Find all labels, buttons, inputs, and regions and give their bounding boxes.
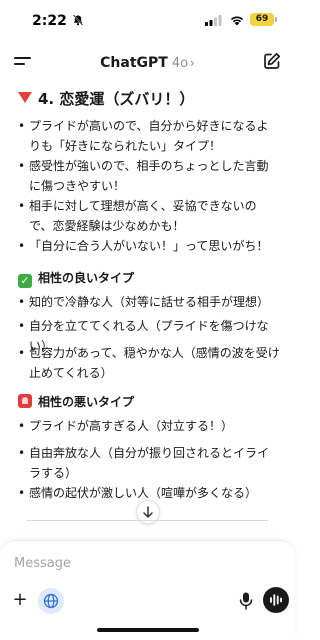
message-input[interactable] <box>14 553 274 573</box>
red-triangle-icon <box>18 92 32 103</box>
compose-icon[interactable] <box>263 52 281 70</box>
list-item: • 感受性が強いので、相手のちょっとした言動に傷つきやすい！ <box>18 159 269 193</box>
app-title: ChatGPT <box>100 55 168 71</box>
bell-muted-icon <box>72 14 84 26</box>
chat-content[interactable]: 4. 恋愛運（ズバリ！） • プライドが高いので、自分から好きになるよりも「好きに… <box>0 86 295 526</box>
voice-mode-button[interactable] <box>263 587 289 613</box>
chevron-right-icon: › <box>190 56 195 70</box>
message-composer: + <box>0 540 295 640</box>
battery-level: 69 <box>250 13 274 26</box>
list-item: • プライドが高いので、自分から好きになるよりも「好きになられたい」タイプ！ <box>18 119 269 153</box>
web-search-button[interactable] <box>38 588 64 614</box>
model-selector[interactable]: ChatGPT 4o › <box>0 52 295 71</box>
status-bar: 2:22 69 <box>0 0 295 40</box>
home-indicator <box>97 628 199 632</box>
list-item: • 相手に対して理想が高く、妥協できないので、恋愛経験は少なめかも！ <box>18 199 257 233</box>
good-match-heading: ✓ 相性の良いタイプ <box>18 269 134 288</box>
list-item: • 「自分に合う人がいない！」って思いがち！ <box>18 239 269 253</box>
list-item: • 知的で冷静な人（対等に話せる相手が理想） <box>18 295 270 309</box>
check-mark-icon: ✓ <box>18 274 32 288</box>
cellular-signal-icon <box>205 15 222 26</box>
chat-header: ChatGPT 4o › <box>0 44 295 78</box>
microphone-icon[interactable] <box>237 591 255 611</box>
section-heading-love: 4. 恋愛運（ズバリ！） <box>18 88 194 109</box>
wifi-icon <box>230 16 244 26</box>
message-divider <box>26 520 268 521</box>
globe-icon <box>43 593 59 609</box>
list-item: • 自由奔放な人（自分が振り回されるとイライラする） <box>18 446 270 480</box>
add-attachment-button[interactable]: + <box>10 590 30 610</box>
list-item: • 包容力があって、穏やかな人（感情の波を受け止めてくれる） <box>18 346 280 380</box>
siren-icon <box>18 394 32 408</box>
list-item: • プライドが高すぎる人（対立する！） <box>18 419 234 433</box>
voice-mode-icon <box>270 594 282 606</box>
model-name: 4o <box>171 56 189 71</box>
arrow-down-icon <box>143 506 153 518</box>
battery-cap <box>275 17 277 22</box>
section-heading-text: 4. 恋愛運（ズバリ！） <box>38 90 195 108</box>
bad-match-heading: 相性の悪いタイプ <box>18 393 134 410</box>
status-time: 2:22 <box>32 13 67 29</box>
